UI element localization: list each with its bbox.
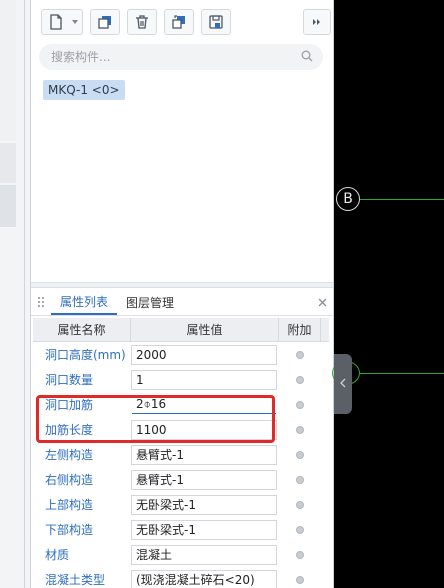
copy-icon bbox=[97, 14, 113, 30]
grid-header: 属性名称 属性值 附加 bbox=[33, 318, 329, 342]
left-band bbox=[0, 185, 16, 227]
search-icon[interactable] bbox=[301, 50, 313, 65]
toolbar bbox=[41, 9, 331, 35]
extra-checkbox[interactable] bbox=[296, 450, 304, 459]
delete-button[interactable] bbox=[127, 9, 157, 35]
table-row: 右侧构造 悬臂式-1 bbox=[33, 467, 329, 492]
drag-handle-icon[interactable] bbox=[31, 289, 51, 315]
column-header-extra: 附加 bbox=[279, 318, 321, 341]
property-name: 左侧构造 bbox=[45, 448, 94, 462]
property-value[interactable]: 无卧梁式-1 bbox=[131, 519, 277, 540]
property-value[interactable]: 悬臂式-1 bbox=[131, 469, 277, 490]
property-grid: 属性名称 属性值 附加 洞口高度(mm) 2000 洞口数量 1 洞口加筋 2⌽… bbox=[33, 318, 329, 588]
copy-button[interactable] bbox=[90, 9, 120, 35]
property-value[interactable]: 无卧梁式-1 bbox=[131, 494, 277, 515]
extra-checkbox[interactable] bbox=[296, 400, 304, 409]
table-row: 左侧构造 悬臂式-1 bbox=[33, 442, 329, 467]
trash-icon bbox=[134, 14, 150, 30]
new-file-icon bbox=[48, 14, 64, 30]
extra-checkbox[interactable] bbox=[296, 575, 304, 584]
new-component-button[interactable] bbox=[41, 9, 83, 35]
chevron-down-icon[interactable] bbox=[72, 20, 78, 24]
table-row: 上部构造 无卧梁式-1 bbox=[33, 492, 329, 517]
table-row: 混凝土类型 (现浇混凝土碎石<20) bbox=[33, 567, 329, 588]
close-icon[interactable] bbox=[311, 289, 333, 315]
chevron-left-icon bbox=[340, 377, 346, 391]
column-header-value: 属性值 bbox=[131, 318, 279, 341]
double-chevron-right-icon bbox=[312, 17, 322, 27]
layer-copy-icon bbox=[171, 14, 187, 30]
component-panel: MKQ-1 <0> 属性列表 图层管理 属性名称 属性值 附加 洞口高度(mm)… bbox=[30, 0, 359, 588]
property-name: 上部构造 bbox=[45, 498, 94, 512]
axis-line bbox=[360, 199, 444, 200]
property-value[interactable]: 1 bbox=[131, 369, 277, 390]
table-row: 材质 混凝土 bbox=[33, 542, 329, 567]
tab-properties[interactable]: 属性列表 bbox=[51, 289, 118, 315]
save-button[interactable] bbox=[201, 9, 231, 35]
drawing-canvas[interactable] bbox=[334, 0, 444, 588]
layer-copy-button[interactable] bbox=[164, 9, 194, 35]
column-header-name: 属性名称 bbox=[33, 318, 131, 341]
table-row: 洞口高度(mm) 2000 bbox=[33, 342, 329, 367]
extra-checkbox[interactable] bbox=[296, 550, 304, 559]
property-name: 洞口高度(mm) bbox=[45, 348, 126, 362]
table-row: 洞口数量 1 bbox=[33, 367, 329, 392]
highlight-box bbox=[36, 395, 275, 443]
search-box bbox=[39, 44, 323, 70]
property-name: 洞口数量 bbox=[45, 373, 94, 387]
search-input[interactable] bbox=[51, 50, 301, 64]
property-value[interactable]: 悬臂式-1 bbox=[131, 444, 277, 465]
extra-checkbox[interactable] bbox=[296, 375, 304, 384]
tab-layers[interactable]: 图层管理 bbox=[117, 289, 183, 315]
left-band bbox=[0, 143, 16, 183]
table-row: 下部构造 无卧梁式-1 bbox=[33, 517, 329, 542]
property-name: 右侧构造 bbox=[45, 473, 94, 487]
extra-checkbox[interactable] bbox=[296, 525, 304, 534]
extra-checkbox[interactable] bbox=[296, 475, 304, 484]
left-strip bbox=[0, 0, 30, 588]
left-band bbox=[0, 0, 16, 140]
extra-checkbox[interactable] bbox=[296, 350, 304, 359]
collapse-panel-handle[interactable] bbox=[334, 354, 352, 414]
save-icon bbox=[208, 14, 224, 30]
component-tag[interactable]: MKQ-1 <0> bbox=[43, 80, 125, 100]
extra-checkbox[interactable] bbox=[296, 500, 304, 509]
left-divider bbox=[24, 0, 25, 588]
property-value[interactable]: 混凝土 bbox=[131, 544, 277, 565]
extra-checkbox[interactable] bbox=[296, 425, 304, 434]
more-button[interactable] bbox=[303, 9, 331, 35]
property-value[interactable]: (现浇混凝土碎石<20) bbox=[131, 569, 277, 588]
property-name: 材质 bbox=[45, 548, 70, 562]
panel-divider[interactable] bbox=[31, 282, 333, 288]
property-name: 混凝土类型 bbox=[45, 573, 106, 587]
property-name: 下部构造 bbox=[45, 523, 94, 537]
property-value[interactable]: 2000 bbox=[131, 344, 277, 365]
axis-label-bubble[interactable]: B bbox=[336, 187, 360, 211]
axis-line bbox=[360, 373, 444, 374]
tab-bar: 属性列表 图层管理 bbox=[31, 289, 333, 316]
